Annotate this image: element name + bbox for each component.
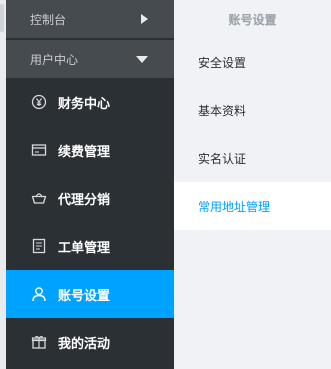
yen-circle-icon bbox=[30, 93, 48, 111]
basket-icon bbox=[30, 189, 48, 207]
submenu-item-security[interactable]: 安全设置 bbox=[174, 38, 331, 86]
outer-scrollbar-thumb[interactable] bbox=[0, 4, 4, 32]
sidebar-menu: 财务中心 续费管理 代理分销 工单管理 账号设置 我的活动 bbox=[6, 78, 175, 366]
user-icon bbox=[30, 285, 48, 303]
sidebar: 控制台 用户中心 财务中心 续费管理 代理分销 工单管理 账号设置 我的活动 bbox=[6, 0, 175, 369]
submenu-item-address-management[interactable]: 常用地址管理 bbox=[174, 182, 331, 230]
submenu-item-label: 安全设置 bbox=[198, 55, 247, 70]
sidebar-item-account-settings[interactable]: 账号设置 bbox=[6, 270, 175, 318]
gift-icon bbox=[30, 333, 48, 351]
card-icon bbox=[30, 141, 48, 159]
sidebar-item-tickets[interactable]: 工单管理 bbox=[6, 222, 174, 270]
sidebar-item-label: 账号设置 bbox=[58, 288, 111, 304]
chevron-right-icon bbox=[141, 14, 148, 24]
submenu-item-label: 常用地址管理 bbox=[198, 199, 271, 214]
submenu-item-real-name[interactable]: 实名认证 bbox=[174, 134, 331, 182]
sidebar-group-user-center[interactable]: 用户中心 bbox=[6, 40, 174, 78]
sidebar-item-label: 代理分销 bbox=[58, 192, 111, 208]
account-settings-panel: 账号设置 安全设置 基本资料 实名认证 常用地址管理 bbox=[174, 0, 331, 369]
sidebar-item-label: 工单管理 bbox=[58, 240, 111, 256]
sidebar-item-label: 续费管理 bbox=[58, 144, 111, 160]
submenu-item-label: 基本资料 bbox=[198, 103, 247, 118]
sidebar-item-finance[interactable]: 财务中心 bbox=[6, 78, 174, 126]
panel-title: 账号设置 bbox=[228, 12, 277, 27]
sidebar-group-label: 控制台 bbox=[30, 12, 67, 27]
sidebar-item-distribution[interactable]: 代理分销 bbox=[6, 174, 174, 222]
sidebar-item-label: 财务中心 bbox=[58, 96, 111, 112]
chevron-down-icon bbox=[136, 56, 148, 63]
sidebar-item-label: 我的活动 bbox=[58, 336, 111, 352]
submenu-item-label: 实名认证 bbox=[198, 151, 247, 166]
submenu-item-basic-info[interactable]: 基本资料 bbox=[174, 86, 331, 134]
document-icon bbox=[30, 237, 48, 255]
sidebar-item-renewal[interactable]: 续费管理 bbox=[6, 126, 174, 174]
sidebar-item-my-activities[interactable]: 我的活动 bbox=[6, 318, 174, 366]
sidebar-group-label: 用户中心 bbox=[30, 52, 79, 67]
sidebar-group-console[interactable]: 控制台 bbox=[6, 0, 174, 38]
